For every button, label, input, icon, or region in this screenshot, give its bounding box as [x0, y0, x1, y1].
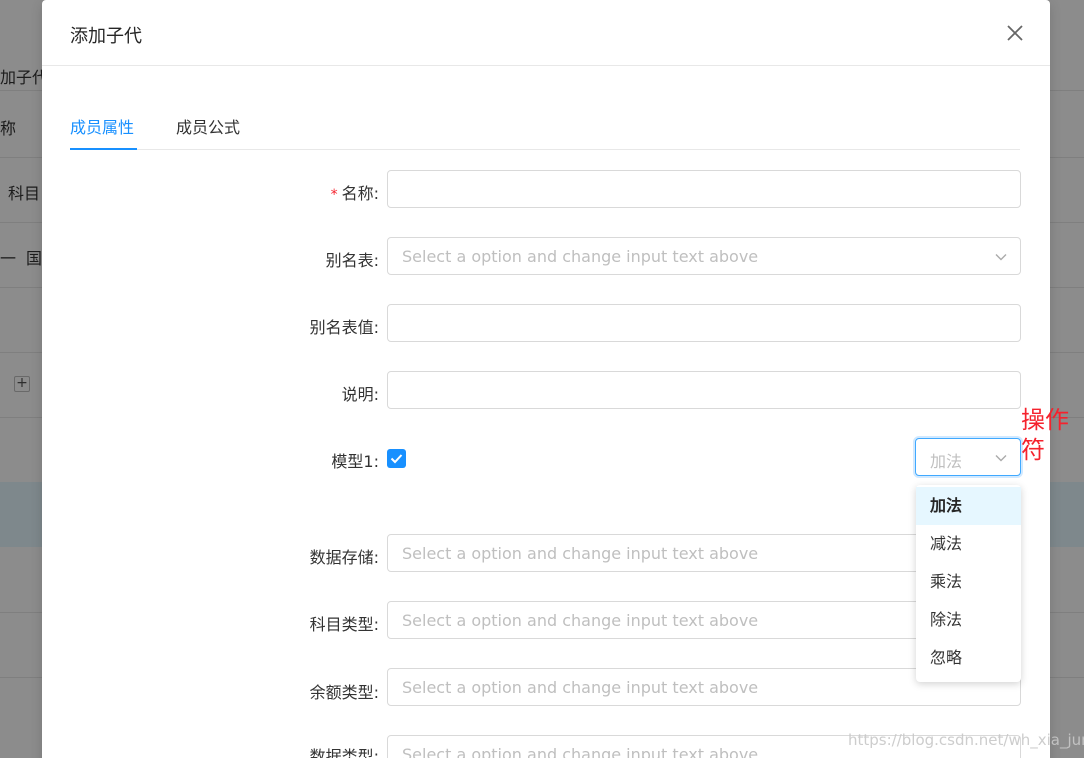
- option-multiply[interactable]: 乘法: [916, 563, 1021, 601]
- operator-annotation: 操作 符: [1021, 405, 1081, 465]
- name-label-text: 名称:: [341, 184, 379, 203]
- option-divide[interactable]: 除法: [916, 601, 1021, 639]
- alias-table-select[interactable]: Select a option and change input text ab…: [387, 237, 1021, 275]
- add-child-modal: 添加子代 成员属性 成员公式 * 名称: 别名表: Select a option…: [42, 0, 1050, 758]
- balance-type-label: 余额类型:: [309, 683, 379, 702]
- alias-value-input[interactable]: [387, 304, 1021, 342]
- data-storage-label: 数据存储:: [309, 548, 379, 567]
- option-ignore[interactable]: 忽略: [916, 639, 1021, 677]
- name-label: * 名称:: [331, 180, 379, 204]
- description-input[interactable]: [387, 371, 1021, 409]
- chevron-down-icon: [995, 254, 1007, 261]
- modal-header: 添加子代: [42, 0, 1050, 66]
- operator-dropdown: 加法 减法 乘法 除法 忽略: [916, 485, 1021, 682]
- chevron-down-icon: [995, 455, 1007, 462]
- annotation-line1: 操作: [1021, 406, 1069, 434]
- alias-table-label: 别名表:: [325, 251, 379, 270]
- tab-bar: 成员属性 成员公式: [70, 100, 1020, 150]
- tab-member-formula[interactable]: 成员公式: [176, 114, 240, 138]
- option-subtract[interactable]: 减法: [916, 525, 1021, 563]
- page: 加子代 称 科目 一 国 + 添加子代 成员属性 成员公式 * 名称: 别名表: …: [0, 0, 1084, 758]
- close-icon[interactable]: [1004, 22, 1026, 44]
- tab-active-indicator: [70, 148, 137, 150]
- data-type-placeholder: Select a option and change input text ab…: [402, 745, 759, 758]
- check-icon: [390, 454, 403, 464]
- operator-select[interactable]: 加法: [915, 438, 1021, 476]
- required-mark: *: [330, 187, 338, 203]
- data-storage-placeholder: Select a option and change input text ab…: [402, 544, 759, 563]
- annotation-line2: 符: [1021, 436, 1045, 464]
- modal-title: 添加子代: [70, 26, 142, 47]
- name-input[interactable]: [387, 170, 1021, 208]
- operator-placeholder: 加法: [930, 452, 963, 471]
- watermark: https://blog.csdn.net/wh_xia_jun: [848, 731, 1084, 749]
- alias-table-placeholder: Select a option and change input text ab…: [402, 247, 759, 266]
- model-label: 模型1:: [331, 452, 379, 471]
- option-add[interactable]: 加法: [916, 487, 1021, 525]
- data-type-label: 数据类型:: [309, 747, 379, 758]
- alias-value-label: 别名表值:: [309, 318, 379, 337]
- subject-type-label: 科目类型:: [309, 615, 379, 634]
- model-checkbox[interactable]: [387, 449, 406, 468]
- tab-member-attributes[interactable]: 成员属性: [70, 114, 134, 138]
- subject-type-placeholder: Select a option and change input text ab…: [402, 611, 759, 630]
- balance-type-placeholder: Select a option and change input text ab…: [402, 678, 759, 697]
- description-label: 说明:: [341, 385, 379, 404]
